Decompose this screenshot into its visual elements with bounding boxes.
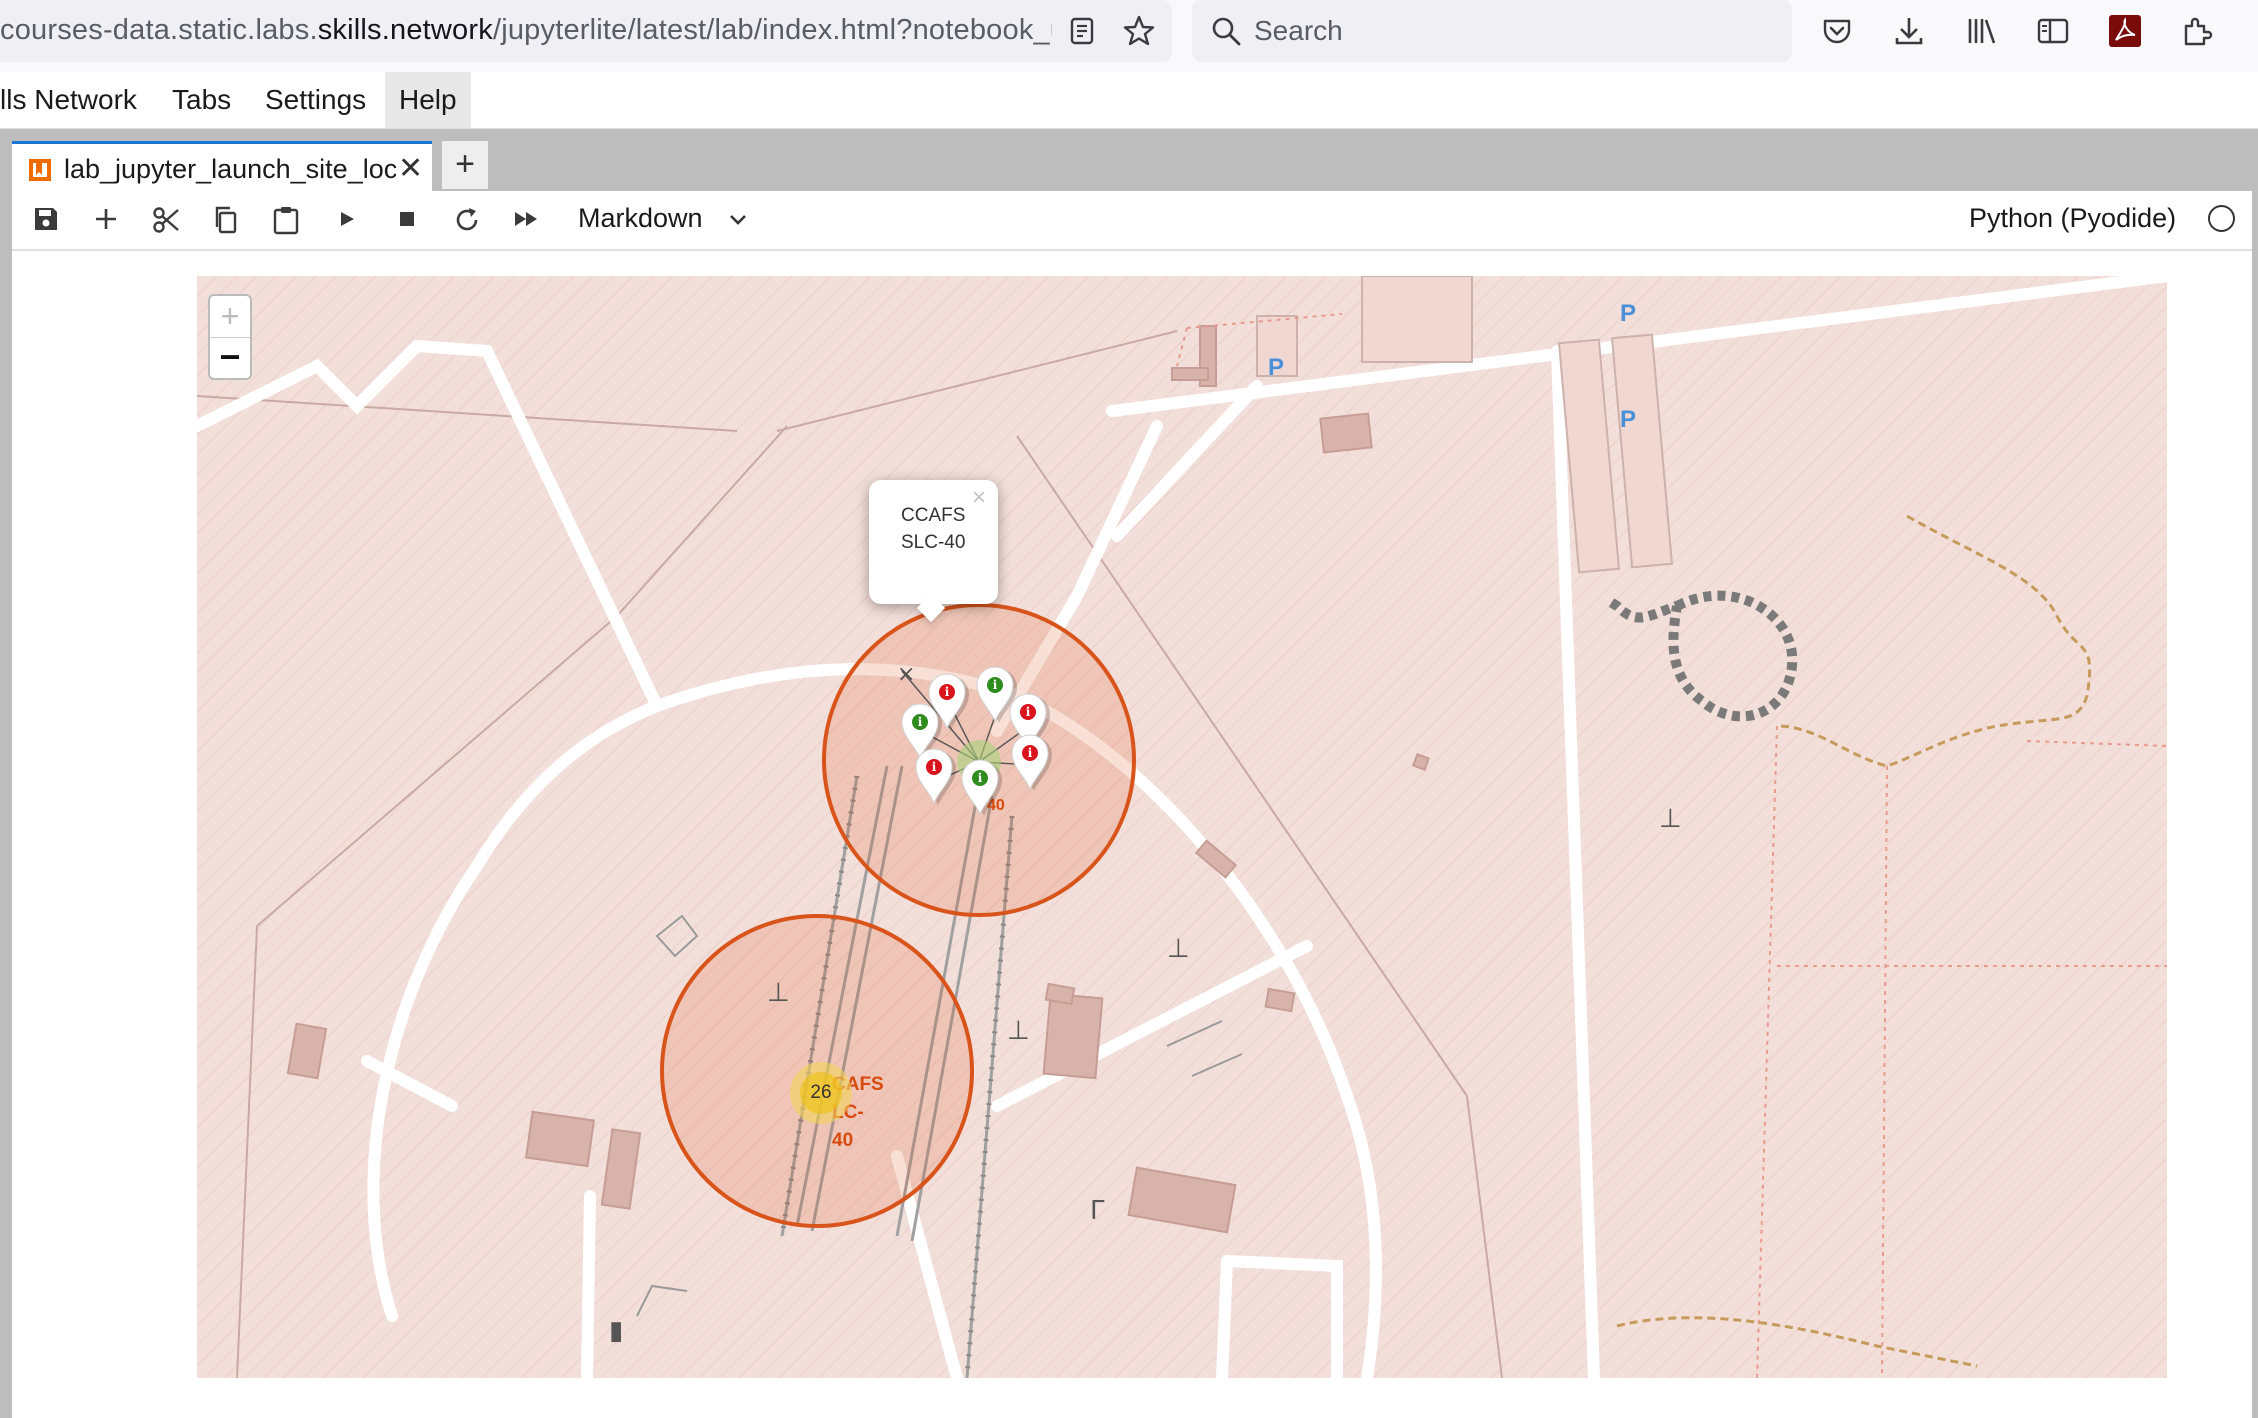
run-icon[interactable] — [334, 205, 360, 233]
right-panel-strip — [2252, 129, 2258, 1418]
sidebar-icon[interactable] — [2036, 14, 2070, 48]
menu-skills-network[interactable]: lls Network — [0, 72, 151, 128]
pocket-icon[interactable] — [1820, 14, 1854, 48]
close-tab-icon[interactable]: ✕ — [398, 154, 423, 184]
svg-text:×: × — [897, 662, 915, 687]
poi-crane-icon: Γ — [1090, 1196, 1105, 1226]
info-icon: i — [972, 770, 988, 786]
restart-icon[interactable] — [452, 205, 482, 235]
menu-settings[interactable]: Settings — [251, 72, 380, 128]
info-icon: i — [1020, 704, 1036, 720]
search-input[interactable]: Search — [1192, 0, 1792, 62]
menu-tabs[interactable]: Tabs — [158, 72, 245, 128]
library-icon[interactable] — [1964, 14, 1998, 48]
downloads-icon[interactable] — [1892, 14, 1926, 48]
info-icon: i — [987, 677, 1003, 693]
notebook-toolbar: Markdown Python (Pyodide) — [12, 191, 2252, 251]
reader-view-icon[interactable] — [1068, 16, 1098, 46]
poi-tower-icon: ⊥ — [1007, 1016, 1030, 1046]
poi-tower-icon: ⊥ — [1167, 934, 1190, 964]
url-bar[interactable]: courses-data.static.labs.skills.network/… — [0, 0, 1172, 62]
url-prefix: courses-data.static.labs. — [0, 14, 318, 46]
notebook-icon — [28, 158, 52, 182]
notebook-tab[interactable]: lab_jupyter_launch_site_location ✕ — [12, 141, 432, 191]
parking-label: P — [1268, 354, 1285, 381]
left-panel-strip — [0, 129, 12, 1418]
url-domain: skills.network — [317, 14, 493, 46]
map[interactable]: × + − P P P ⊥ ⊥ ⊥ ⊥ Γ ▮ CAFS LC- 40 40 2… — [197, 276, 2167, 1378]
run-all-icon[interactable] — [512, 205, 542, 233]
extensions-icon[interactable] — [2180, 14, 2214, 48]
bookmark-star-icon[interactable] — [1122, 14, 1156, 48]
pdf-extension-icon[interactable] — [2108, 14, 2142, 48]
zoom-in-button[interactable]: + — [210, 296, 250, 338]
search-icon — [1210, 15, 1242, 47]
paste-icon[interactable] — [271, 205, 301, 235]
parking-label: P — [1620, 300, 1637, 327]
new-tab-button[interactable]: + — [442, 141, 488, 189]
menu-bar: lls Network Tabs Settings Help — [0, 72, 2258, 129]
info-icon: i — [1022, 745, 1038, 761]
popup-close-icon[interactable]: × — [972, 484, 986, 512]
cluster-count: 26 — [810, 1082, 832, 1103]
site-popup[interactable]: CCAFS SLC-40 × — [869, 480, 998, 623]
browser-toolbar: courses-data.static.labs.skills.network/… — [0, 0, 2258, 73]
kernel-status-icon — [2208, 205, 2235, 232]
launch-marker-success[interactable]: i — [957, 756, 1003, 816]
kernel-name[interactable]: Python (Pyodide) — [1969, 203, 2176, 234]
menu-help[interactable]: Help — [385, 72, 471, 128]
copy-icon[interactable] — [211, 205, 241, 235]
info-icon: i — [926, 759, 942, 775]
poi-fuel-icon: ▮ — [609, 1316, 624, 1346]
save-icon[interactable] — [32, 205, 60, 233]
map-tiles[interactable]: × — [197, 276, 2167, 1378]
cut-icon[interactable] — [151, 205, 181, 235]
add-cell-icon[interactable] — [92, 205, 120, 233]
launch-marker-failure[interactable]: i — [911, 745, 957, 805]
stop-icon[interactable] — [394, 205, 420, 233]
marker-cluster[interactable]: 26 — [789, 1061, 853, 1125]
url-path: /jupyterlite/latest/lab/index.html?noteb… — [492, 14, 1052, 46]
poi-tower-icon: ⊥ — [1659, 804, 1682, 834]
info-icon: i — [912, 714, 928, 730]
info-icon: i — [939, 684, 955, 700]
cell-type-select[interactable]: Markdown — [578, 203, 703, 234]
zoom-out-button[interactable]: − — [210, 338, 250, 378]
url-text: courses-data.static.labs.skills.network/… — [0, 14, 1052, 47]
site-label-line: 40 — [832, 1130, 854, 1151]
launch-marker-failure[interactable]: i — [1007, 731, 1053, 791]
notebook-tab-label: lab_jupyter_launch_site_location — [64, 154, 396, 184]
poi-tower-icon: ⊥ — [767, 978, 790, 1008]
parking-label: P — [1620, 406, 1637, 433]
search-placeholder: Search — [1254, 15, 1343, 46]
zoom-control: + − — [208, 294, 252, 380]
popup-text: CCAFS SLC-40 — [901, 505, 966, 553]
chevron-down-icon[interactable] — [728, 213, 748, 227]
